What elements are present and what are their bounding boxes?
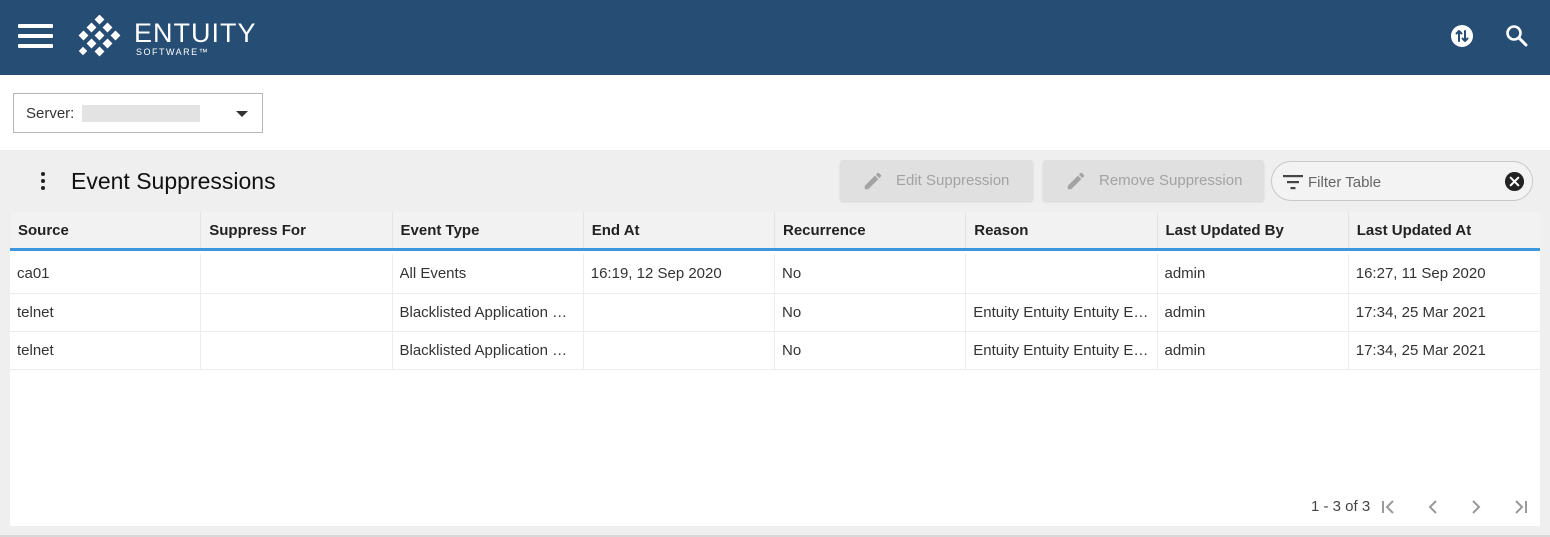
search-icon[interactable]: [1504, 23, 1530, 49]
cell-text: 16:27, 11 Sep 2020: [1355, 265, 1486, 282]
column-header-reason[interactable]: Reason: [966, 212, 1158, 248]
suppressions-table: Source Suppress For Event Type End At Re…: [10, 212, 1540, 526]
last-page-icon[interactable]: [1510, 497, 1530, 517]
column-header-last-updated-at[interactable]: Last Updated At: [1349, 212, 1540, 248]
menu-icon[interactable]: [18, 24, 53, 48]
column-header-event-type[interactable]: Event Type: [393, 212, 584, 248]
cell-text: 17:34, 25 Mar 2021: [1355, 304, 1486, 321]
entuity-logo-icon: [78, 15, 121, 57]
table-cell: 17:34, 25 Mar 2021: [1349, 332, 1540, 369]
column-header-recurrence[interactable]: Recurrence: [775, 212, 967, 248]
table-cell: No: [775, 254, 967, 293]
cell-text: admin: [1164, 304, 1206, 321]
first-page-icon[interactable]: [1379, 497, 1399, 517]
column-header-suppress-for[interactable]: Suppress For: [201, 212, 393, 248]
cell-text: 16:19, 12 Sep 2020: [590, 265, 722, 282]
table-cell: [584, 294, 775, 331]
cell-text: 17:34, 25 Mar 2021: [1355, 342, 1486, 359]
table-cell: Entuity Entuity Entuity En…: [966, 294, 1158, 331]
brand-name: ENTUITY: [134, 17, 257, 48]
sync-icon[interactable]: [1449, 23, 1475, 49]
table-cell: telnet: [10, 332, 202, 369]
cell-text: admin: [1164, 265, 1206, 282]
table-cell: 16:19, 12 Sep 2020: [584, 254, 775, 293]
cell-text: All Events: [399, 265, 467, 282]
server-label: Server:: [26, 105, 75, 122]
cell-text: telnet: [17, 342, 54, 359]
cell-text: Entuity Entuity Entuity En…: [973, 304, 1149, 321]
column-header-source[interactable]: Source: [10, 212, 202, 248]
server-value: hidden-server: [82, 105, 200, 122]
previous-page-icon[interactable]: [1423, 497, 1443, 517]
column-header-end-at[interactable]: End At: [584, 212, 775, 248]
next-page-icon[interactable]: [1466, 497, 1486, 517]
chevron-down-icon: [236, 111, 248, 117]
brand-text: ENTUITY SOFTWARE™: [134, 17, 257, 57]
table-body: ca01 All Events 16:19, 12 Sep 2020 No ad…: [10, 254, 1540, 370]
table-header: Source Suppress For Event Type End At Re…: [10, 212, 1540, 251]
pencil-icon: [864, 172, 882, 190]
table-cell: [201, 254, 393, 293]
table-cell: admin: [1158, 294, 1349, 331]
table-cell: Blacklisted Application D…: [393, 294, 584, 331]
edit-suppression-label: Edit Suppression: [896, 172, 1010, 189]
table-cell: All Events: [393, 254, 584, 293]
pencil-icon: [1067, 172, 1085, 190]
table-cell: [584, 332, 775, 369]
brand-sub: SOFTWARE™: [136, 46, 210, 57]
table-cell: telnet: [10, 294, 202, 331]
table-cell: admin: [1158, 332, 1349, 369]
server-select[interactable]: Server: hidden-server: [13, 93, 263, 133]
cell-text: Blacklisted Application D…: [399, 342, 575, 359]
remove-suppression-label: Remove Suppression: [1099, 172, 1243, 189]
table-row[interactable]: ca01 All Events 16:19, 12 Sep 2020 No ad…: [10, 254, 1540, 294]
edit-suppression-button[interactable]: Edit Suppression: [840, 160, 1033, 201]
table-cell: [201, 332, 393, 369]
page-title: Event Suppressions: [71, 168, 276, 194]
column-header-last-updated-by[interactable]: Last Updated By: [1158, 212, 1349, 248]
table-cell: [201, 294, 393, 331]
table-cell: 16:27, 11 Sep 2020: [1349, 254, 1540, 293]
cell-text: No: [782, 265, 802, 282]
filter-icon: [1283, 175, 1303, 190]
filter-table-field[interactable]: [1271, 161, 1533, 201]
table-cell: Blacklisted Application D…: [393, 332, 584, 369]
table-cell: [966, 254, 1158, 293]
cell-text: No: [782, 342, 802, 359]
table-cell: Entuity Entuity Entuity En…: [966, 332, 1158, 369]
table-cell: admin: [1158, 254, 1349, 293]
cell-text: admin: [1164, 342, 1206, 359]
cell-text: Entuity Entuity Entuity En…: [973, 342, 1149, 359]
cell-text: Blacklisted Application D…: [399, 304, 575, 321]
pager-range: 1 - 3 of 3: [1311, 498, 1371, 515]
more-options-icon[interactable]: [36, 172, 50, 192]
brand-logo[interactable]: ENTUITY SOFTWARE™: [76, 15, 257, 61]
table-cell: No: [775, 332, 967, 369]
filter-input[interactable]: [1308, 171, 1498, 193]
table-cell: 17:34, 25 Mar 2021: [1349, 294, 1540, 331]
table-cell: ca01: [10, 254, 202, 293]
table-row[interactable]: telnet Blacklisted Application D… No Ent…: [10, 332, 1540, 370]
cell-text: ca01: [17, 265, 50, 282]
table-cell: No: [775, 294, 967, 331]
remove-suppression-button[interactable]: Remove Suppression: [1043, 160, 1264, 201]
table-row[interactable]: telnet Blacklisted Application D… No Ent…: [10, 294, 1540, 332]
cell-text: telnet: [17, 304, 54, 321]
top-app-bar: ENTUITY SOFTWARE™: [0, 0, 1550, 75]
clear-icon[interactable]: [1504, 171, 1525, 192]
cell-text: No: [782, 304, 802, 321]
